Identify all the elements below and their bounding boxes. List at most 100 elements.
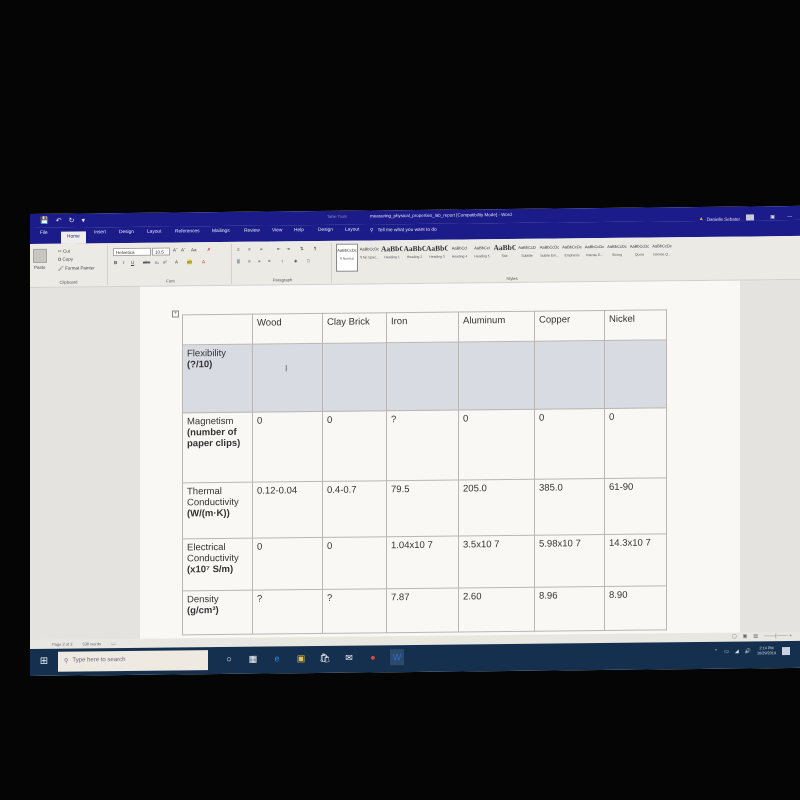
- underline-button[interactable]: U: [131, 260, 134, 265]
- copy-button[interactable]: ⧉ Copy: [58, 257, 73, 262]
- taskbar-search[interactable]: ⚲ Type here to search: [58, 650, 208, 672]
- read-mode-icon[interactable]: ▢: [732, 634, 737, 640]
- header-cell[interactable]: Iron: [386, 312, 459, 343]
- bullets-icon[interactable]: ≡: [237, 247, 240, 252]
- highlight-icon[interactable]: ab: [187, 259, 193, 265]
- table-cell[interactable]: [322, 342, 387, 412]
- style-item[interactable]: AaBbCcDc Emphasis: [561, 241, 583, 269]
- undo-icon[interactable]: ↶: [56, 217, 62, 225]
- row-header-cell[interactable]: Electrical Conductivity (x10⁷ S/m): [182, 538, 253, 591]
- table-cell[interactable]: 8.96: [534, 586, 605, 632]
- page-count[interactable]: Page 2 of 2: [52, 642, 72, 647]
- table-cell[interactable]: 1.04x10 7: [386, 536, 459, 589]
- change-case-button[interactable]: Aa: [191, 247, 197, 252]
- style-item[interactable]: AaBbCcD Subtitle: [516, 242, 538, 270]
- font-family-select[interactable]: Helvetica: [113, 247, 151, 257]
- style-item[interactable]: AaBbC Heading 2: [404, 243, 426, 271]
- line-spacing-icon[interactable]: ↕: [281, 258, 283, 263]
- volume-icon[interactable]: 🔊: [745, 648, 751, 654]
- header-cell[interactable]: Wood: [252, 313, 323, 345]
- tab-help[interactable]: Help: [294, 228, 304, 233]
- proofing-icon[interactable]: 📖: [111, 641, 116, 646]
- table-cell[interactable]: ?: [386, 410, 459, 481]
- table-cell[interactable]: 61-90: [604, 477, 667, 535]
- table-cell[interactable]: [386, 342, 459, 411]
- tell-me-search[interactable]: ⚲ Tell me what you want to do: [370, 228, 437, 234]
- strikethrough-button[interactable]: abc: [143, 260, 150, 265]
- style-item[interactable]: AaBbCcDc ¶ Normal: [336, 243, 358, 272]
- style-item[interactable]: AaBbCcDc Subtle Em...: [539, 241, 561, 269]
- mail-icon[interactable]: ✉: [342, 650, 356, 666]
- table-cell[interactable]: 385.0: [534, 478, 605, 536]
- table-cell[interactable]: 7.87: [386, 588, 459, 633]
- table-cell[interactable]: [252, 343, 323, 413]
- word-icon[interactable]: W: [390, 649, 404, 666]
- redo-icon[interactable]: ↻: [69, 217, 75, 225]
- show-marks-icon[interactable]: ¶: [314, 246, 316, 251]
- style-item[interactable]: AaBbC Heading 3: [426, 243, 448, 271]
- table-cell[interactable]: 205.0: [458, 479, 535, 537]
- table-cell[interactable]: 0: [252, 537, 323, 591]
- row-header-cell[interactable]: Density (g/cm³): [182, 590, 253, 635]
- header-cell[interactable]: Copper: [534, 310, 605, 342]
- tab-references[interactable]: References: [175, 229, 200, 234]
- font-size-select[interactable]: 10.5: [152, 247, 170, 256]
- header-cell[interactable]: Aluminum: [458, 311, 535, 343]
- table-move-handle[interactable]: +: [172, 310, 179, 318]
- save-icon[interactable]: 💾: [40, 217, 49, 225]
- grow-font-icon[interactable]: Aˆ: [173, 247, 178, 252]
- tab-file[interactable]: File: [40, 231, 48, 236]
- tab-view[interactable]: View: [272, 228, 282, 233]
- increase-indent-icon[interactable]: ⇥: [286, 246, 290, 252]
- table-cell[interactable]: 79.5: [386, 480, 459, 537]
- sort-icon[interactable]: ⇅: [300, 246, 304, 252]
- tab-insert[interactable]: Insert: [94, 230, 106, 235]
- numbering-icon[interactable]: ≡: [248, 247, 251, 252]
- table-cell[interactable]: 2.60: [458, 587, 535, 633]
- bold-button[interactable]: B: [114, 260, 117, 265]
- windows-start-icon[interactable]: ⊞: [34, 652, 54, 672]
- word-count[interactable]: 538 words: [82, 641, 100, 646]
- table-cell[interactable]: 0: [322, 536, 387, 590]
- print-layout-icon[interactable]: ▣: [743, 633, 748, 639]
- task-view-icon[interactable]: ▦: [246, 651, 260, 667]
- tab-table-design[interactable]: Design: [318, 228, 333, 233]
- format-painter-button[interactable]: 🖌 Format Painter: [58, 265, 95, 271]
- paste-button[interactable]: Paste: [34, 265, 46, 270]
- header-cell[interactable]: [182, 314, 253, 345]
- style-item[interactable]: AaBbCcl Heading 5: [471, 242, 493, 270]
- text-effects-icon[interactable]: A: [175, 259, 178, 264]
- table-cell[interactable]: ?: [322, 588, 387, 634]
- header-cell[interactable]: Nickel: [604, 309, 667, 341]
- style-item[interactable]: AaBbCcDc ¶ No Spac...: [359, 243, 381, 271]
- table-cell[interactable]: 0: [458, 409, 535, 481]
- style-item[interactable]: AaBbC Heading 1: [381, 243, 403, 271]
- table-cell[interactable]: 5.98x10 7: [534, 534, 605, 588]
- tab-mailings[interactable]: Mailings: [212, 229, 230, 234]
- cortana-icon[interactable]: ○: [222, 651, 236, 667]
- style-item[interactable]: AaBbCcDc Quote: [629, 241, 651, 269]
- header-cell[interactable]: Clay Brick: [322, 312, 387, 344]
- table-cell[interactable]: 0: [604, 407, 667, 479]
- store-icon[interactable]: 🛍: [318, 650, 332, 666]
- customize-icon[interactable]: ▾: [81, 216, 85, 224]
- style-item[interactable]: AaBbC Title: [494, 242, 516, 270]
- web-layout-icon[interactable]: ▤: [753, 633, 758, 639]
- justify-icon[interactable]: ≡: [268, 258, 271, 263]
- file-explorer-icon[interactable]: ▣: [294, 650, 308, 666]
- notifications-icon[interactable]: [782, 647, 790, 656]
- cut-button[interactable]: ✂ Cut: [58, 249, 70, 255]
- row-header-cell[interactable]: Thermal Conductivity (W/(m·K)): [182, 482, 253, 539]
- align-left-icon[interactable]: ≡: [237, 258, 240, 264]
- style-item[interactable]: AaBbCcDc Strong: [606, 241, 628, 269]
- style-item[interactable]: AaBbCcDc Intense Q...: [651, 240, 673, 268]
- chrome-icon[interactable]: ●: [366, 649, 380, 665]
- table-cell[interactable]: 0: [322, 410, 387, 482]
- align-center-icon[interactable]: ≡: [248, 259, 251, 264]
- tab-layout[interactable]: Layout: [147, 230, 161, 235]
- wifi-icon[interactable]: ◢: [735, 649, 739, 655]
- table-cell[interactable]: [604, 339, 667, 409]
- tab-home[interactable]: Home: [61, 231, 86, 244]
- style-item[interactable]: AaBbCcl Heading 4: [449, 242, 471, 270]
- multilevel-list-icon[interactable]: ≡: [260, 247, 263, 252]
